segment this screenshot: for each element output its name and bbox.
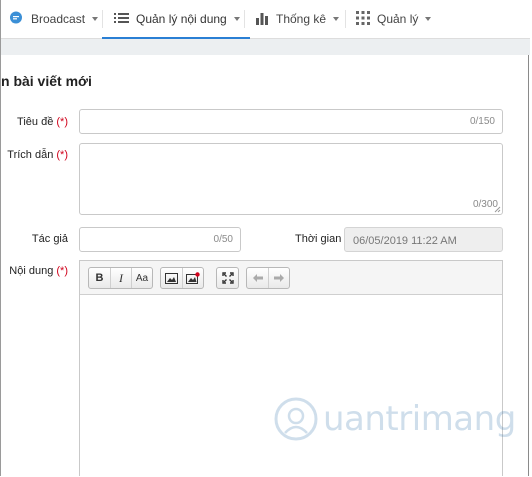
list-icon: [114, 12, 129, 27]
page-title: n bài viết mới: [1, 73, 92, 89]
nav-content-label: Quản lý nội dung: [136, 12, 227, 26]
excerpt-label: Trích dẫn (*): [7, 149, 68, 161]
nav-divider: [244, 10, 245, 28]
app-window: Broadcast Quản lý nội dung Thống kê Quản…: [0, 0, 530, 477]
watermark: uantrimang: [273, 395, 516, 447]
nav-management[interactable]: Quản lý: [356, 0, 432, 38]
resize-handle-icon[interactable]: [494, 206, 501, 213]
nav-statistics-label: Thống kê: [276, 12, 327, 26]
image-icon: [165, 272, 178, 284]
nav-divider: [345, 10, 346, 28]
chat-bubble-icon: [9, 11, 23, 28]
grid-icon: [356, 10, 370, 28]
nav-spacer: [1, 39, 530, 55]
title-char-counter: 0/150: [469, 116, 495, 127]
author-char-counter: 0/50: [213, 234, 233, 245]
nav-broadcast[interactable]: Broadcast: [9, 0, 99, 38]
chevron-down-icon: [333, 17, 340, 21]
excerpt-textarea[interactable]: 0/300: [79, 143, 503, 215]
history-group: [246, 267, 290, 289]
redo-button[interactable]: [268, 268, 289, 288]
bar-chart-icon: [255, 11, 269, 28]
insert-image-button[interactable]: [161, 268, 182, 288]
text-format-group: B I Aa: [88, 267, 153, 289]
insert-gallery-button[interactable]: [182, 268, 203, 288]
title-input[interactable]: 0/150: [79, 109, 503, 134]
time-value: 06/05/2019 11:22 AM: [353, 235, 457, 247]
nav-statistics[interactable]: Thống kê: [255, 0, 340, 38]
gallery-icon: [186, 272, 200, 284]
editor-toolbar: B I Aa: [80, 261, 502, 295]
author-input[interactable]: 0/50: [79, 227, 241, 252]
nav-broadcast-label: Broadcast: [31, 12, 86, 26]
top-nav: Broadcast Quản lý nội dung Thống kê Quản…: [1, 0, 530, 39]
chevron-down-icon: [92, 17, 99, 21]
watermark-text: uantrimang: [323, 399, 516, 439]
fullscreen-button[interactable]: [217, 268, 238, 288]
view-group: [216, 267, 239, 289]
media-group: [160, 267, 204, 289]
font-size-button[interactable]: Aa: [131, 268, 152, 288]
nav-management-label: Quản lý: [377, 12, 419, 26]
bold-button[interactable]: B: [89, 268, 110, 288]
italic-button[interactable]: I: [110, 268, 131, 288]
chevron-down-icon: [425, 17, 432, 21]
time-input: 06/05/2019 11:22 AM: [344, 227, 503, 252]
undo-button[interactable]: [247, 268, 268, 288]
time-label: Thời gian: [295, 233, 342, 245]
fullscreen-icon: [221, 272, 234, 284]
redo-icon: [274, 274, 284, 282]
nav-divider: [102, 10, 103, 28]
title-label: Tiêu đề (*): [17, 116, 68, 128]
undo-icon: [252, 274, 263, 282]
nav-content-management[interactable]: Quản lý nội dung: [102, 0, 250, 39]
author-label: Tác giả: [31, 233, 68, 245]
editor-content-area[interactable]: [80, 295, 502, 477]
content-label: Nội dung (*): [9, 265, 68, 277]
chevron-down-icon: [233, 17, 240, 21]
